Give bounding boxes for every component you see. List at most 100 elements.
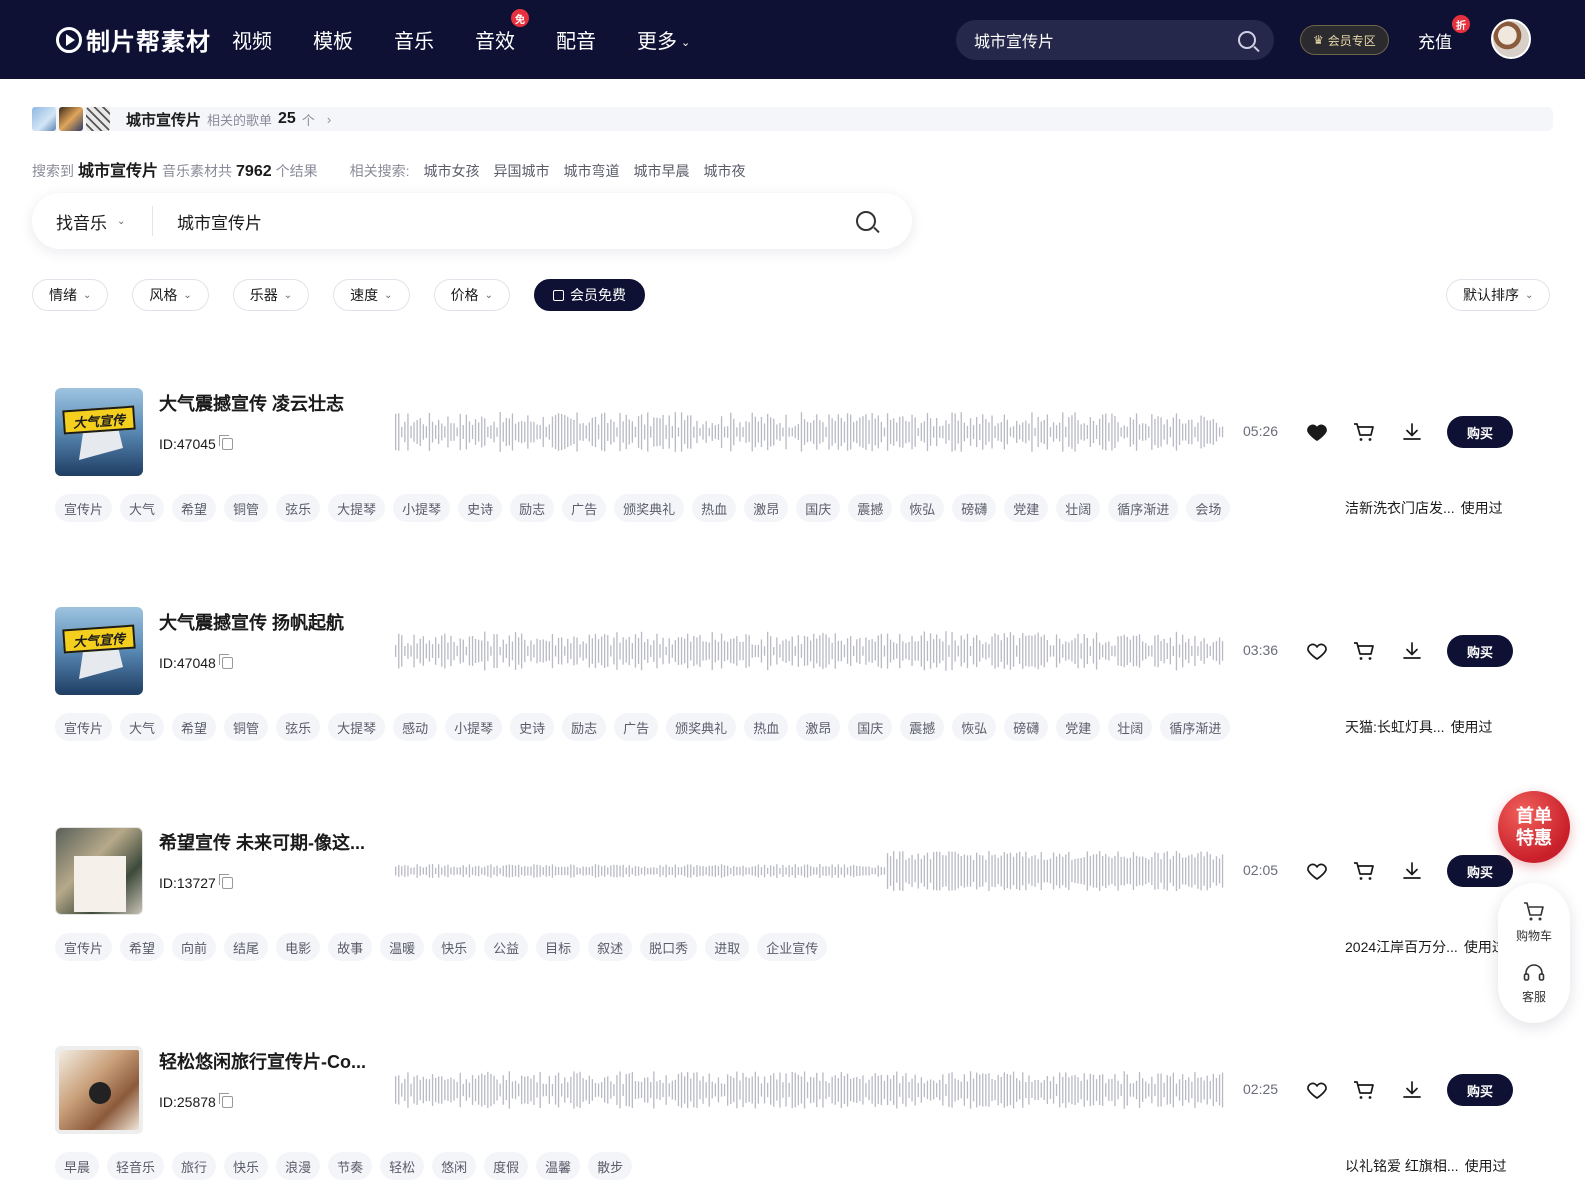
- related-search-item[interactable]: 城市早晨: [634, 161, 690, 181]
- tag-chip[interactable]: 国庆: [848, 713, 893, 741]
- tag-chip[interactable]: 壮阔: [1056, 494, 1101, 522]
- tag-chip[interactable]: 大气: [120, 713, 165, 741]
- tag-chip[interactable]: 希望: [120, 933, 165, 961]
- tag-chip[interactable]: 大气: [120, 494, 165, 522]
- tag-chip[interactable]: 脱口秀: [640, 933, 698, 961]
- related-search-item[interactable]: 城市弯道: [564, 161, 620, 181]
- search-type-dropdown[interactable]: 找音乐 ⌄: [32, 209, 152, 234]
- buy-button[interactable]: 购买: [1447, 416, 1513, 448]
- track-title[interactable]: 轻松悠闲旅行宣传片-Co...: [159, 1048, 366, 1074]
- tag-chip[interactable]: 激昂: [744, 494, 789, 522]
- copy-icon[interactable]: [218, 654, 233, 669]
- header-search-input[interactable]: [974, 31, 1238, 49]
- tag-chip[interactable]: 快乐: [224, 1152, 269, 1180]
- track-cover[interactable]: 大气宣传: [55, 607, 143, 695]
- main-search-input[interactable]: [153, 211, 856, 231]
- tag-chip[interactable]: 进取: [705, 933, 750, 961]
- filter-tempo[interactable]: 速度 ⌄: [333, 279, 410, 311]
- tag-chip[interactable]: 磅礴: [952, 494, 997, 522]
- nav-item-sfx[interactable]: 音效免: [475, 9, 529, 54]
- tag-chip[interactable]: 党建: [1004, 494, 1049, 522]
- track-title[interactable]: 大气震撼宣传 凌云壮志: [159, 390, 344, 416]
- filter-price[interactable]: 价格 ⌄: [433, 279, 510, 311]
- tag-chip[interactable]: 颁奖典礼: [614, 494, 685, 522]
- nav-item-template[interactable]: 模板: [313, 25, 353, 54]
- filter-instrument[interactable]: 乐器 ⌄: [232, 279, 310, 311]
- search-icon[interactable]: [856, 211, 876, 231]
- tag-chip[interactable]: 电影: [276, 933, 321, 961]
- nav-item-video[interactable]: 视频: [232, 25, 272, 54]
- search-icon[interactable]: [1238, 31, 1256, 49]
- tag-chip[interactable]: 节奏: [328, 1152, 373, 1180]
- heart-icon[interactable]: [1305, 1078, 1329, 1102]
- track-cover[interactable]: [55, 827, 143, 915]
- tag-chip[interactable]: 大提琴: [328, 713, 386, 741]
- heart-icon[interactable]: [1305, 639, 1329, 663]
- tag-chip[interactable]: 浪漫: [276, 1152, 321, 1180]
- tag-chip[interactable]: 悠闲: [432, 1152, 477, 1180]
- tag-chip[interactable]: 恢弘: [952, 713, 997, 741]
- track-row[interactable]: 轻松悠闲旅行宣传片-Co... ID:25878 02:25 购买 早晨 轻音乐 旅行 快乐浪…: [55, 1046, 1535, 1190]
- used-by[interactable]: 洁新洗衣门店发... 使用过: [1345, 498, 1503, 518]
- tag-chip[interactable]: 轻音乐: [107, 1152, 165, 1180]
- copy-icon[interactable]: [218, 874, 233, 889]
- track-row[interactable]: 大气宣传 大气震撼宣传 扬帆起航 ID:47048 03:36 购买 宣传片 大气 希望 铜管弦…: [55, 607, 1535, 767]
- tag-chip[interactable]: 轻松: [380, 1152, 425, 1180]
- tag-chip[interactable]: 励志: [510, 494, 555, 522]
- tag-chip[interactable]: 散步: [588, 1152, 633, 1180]
- tag-chip[interactable]: 希望: [172, 494, 217, 522]
- download-icon[interactable]: [1400, 420, 1424, 444]
- tag-chip[interactable]: 感动: [393, 713, 438, 741]
- heart-icon[interactable]: [1305, 859, 1329, 883]
- tag-chip[interactable]: 循序渐进: [1108, 494, 1179, 522]
- tag-chip[interactable]: 磅礴: [1004, 713, 1049, 741]
- related-playlists-banner[interactable]: 城市宣传片 相关的歌单 25 个 ›: [32, 107, 1553, 131]
- tag-chip[interactable]: 结尾: [224, 933, 269, 961]
- user-avatar[interactable]: [1491, 19, 1531, 59]
- tag-chip[interactable]: 弦乐: [276, 494, 321, 522]
- filter-style[interactable]: 风格 ⌄: [132, 279, 209, 311]
- tag-chip[interactable]: 震撼: [900, 713, 945, 741]
- track-cover[interactable]: 大气宣传: [55, 388, 143, 476]
- tag-chip[interactable]: 宣传片: [55, 713, 113, 741]
- tag-chip[interactable]: 目标: [536, 933, 581, 961]
- tag-chip[interactable]: 公益: [484, 933, 529, 961]
- side-cart-button[interactable]: 购物车: [1516, 901, 1552, 944]
- waveform[interactable]: [395, 410, 1225, 454]
- tag-chip[interactable]: 铜管: [224, 713, 269, 741]
- tag-chip[interactable]: 企业宣传: [757, 933, 828, 961]
- filter-mood[interactable]: 情绪 ⌄: [32, 279, 109, 311]
- tag-chip[interactable]: 热血: [692, 494, 737, 522]
- tag-chip[interactable]: 早晨: [55, 1152, 100, 1180]
- first-order-promo-button[interactable]: 首单 特惠: [1498, 791, 1570, 863]
- tag-chip[interactable]: 励志: [562, 713, 607, 741]
- tag-chip[interactable]: 广告: [614, 713, 659, 741]
- cart-icon[interactable]: [1352, 1078, 1376, 1102]
- vip-free-toggle[interactable]: 会员免费: [533, 279, 645, 311]
- download-icon[interactable]: [1400, 859, 1424, 883]
- cart-icon[interactable]: [1352, 859, 1376, 883]
- track-row[interactable]: 希望宣传 未来可期-像这... ID:13727 02:05 购买 宣传片 希望 向前 结尾电…: [55, 827, 1535, 987]
- tag-chip[interactable]: 弦乐: [276, 713, 321, 741]
- tag-chip[interactable]: 史诗: [458, 494, 503, 522]
- recharge-link[interactable]: 充值: [1418, 28, 1452, 53]
- copy-icon[interactable]: [218, 435, 233, 450]
- copy-icon[interactable]: [218, 1093, 233, 1108]
- buy-button[interactable]: 购买: [1447, 855, 1513, 887]
- tag-chip[interactable]: 铜管: [224, 494, 269, 522]
- tag-chip[interactable]: 壮阔: [1108, 713, 1153, 741]
- tag-chip[interactable]: 度假: [484, 1152, 529, 1180]
- tag-chip[interactable]: 快乐: [432, 933, 477, 961]
- vip-zone-button[interactable]: ♛ 会员专区: [1300, 25, 1389, 55]
- tag-chip[interactable]: 史诗: [510, 713, 555, 741]
- nav-item-more[interactable]: 更多 ⌄: [637, 25, 690, 54]
- track-title[interactable]: 大气震撼宣传 扬帆起航: [159, 609, 344, 635]
- tag-chip[interactable]: 向前: [172, 933, 217, 961]
- download-icon[interactable]: [1400, 639, 1424, 663]
- used-by[interactable]: 以礼铭爱 红旗相... 使用过: [1345, 1156, 1507, 1176]
- heart-icon[interactable]: [1305, 420, 1329, 444]
- sort-dropdown[interactable]: 默认排序 ⌄: [1446, 279, 1551, 311]
- download-icon[interactable]: [1400, 1078, 1424, 1102]
- track-row[interactable]: 大气宣传 大气震撼宣传 凌云壮志 ID:47045 05:26 购买 宣传片 大气 希望 铜管弦…: [55, 388, 1535, 548]
- tag-chip[interactable]: 希望: [172, 713, 217, 741]
